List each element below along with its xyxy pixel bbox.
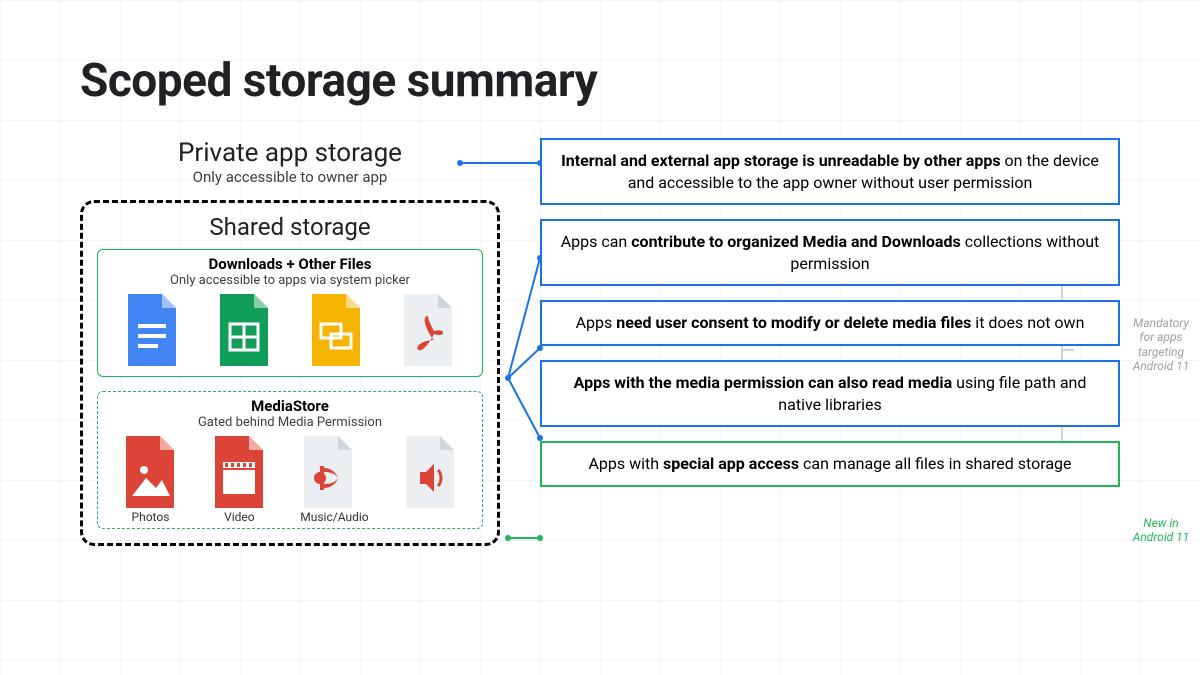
mediastore-box: MediaStore Gated behind Media Permission… xyxy=(97,391,483,529)
private-storage-subtitle: Only accessible to owner app xyxy=(80,168,500,186)
video-icon xyxy=(211,436,267,508)
music-icon xyxy=(300,436,356,508)
mandatory-note: Mandatory for apps targeting Android 11 xyxy=(1128,316,1194,374)
private-storage-heading: Private app storage xyxy=(80,138,500,168)
audio-icon xyxy=(402,436,458,508)
info-box-private: Internal and external app storage is unr… xyxy=(540,138,1120,205)
shared-storage-container: Shared storage Downloads + Other Files O… xyxy=(80,200,500,546)
video-label: Video xyxy=(211,510,267,524)
side-notes: Mandatory for apps targeting Android 11 … xyxy=(1126,138,1194,638)
mediastore-subtitle: Gated behind Media Permission xyxy=(106,415,474,430)
info-box-contribute: Apps can contribute to organized Media a… xyxy=(540,219,1120,286)
photos-icon xyxy=(122,436,178,508)
downloads-subtitle: Only accessible to apps via system picke… xyxy=(106,273,474,288)
new-note: New in Android 11 xyxy=(1128,516,1194,545)
music-label: Music/Audio xyxy=(300,510,368,524)
sheets-icon xyxy=(216,294,272,366)
slide-title: Scoped storage summary xyxy=(80,54,1120,108)
photos-label: Photos xyxy=(122,510,178,524)
mediastore-title: MediaStore xyxy=(106,397,474,415)
info-box-special-access: Apps with special app access can manage … xyxy=(540,441,1120,487)
info-box-read-media: Apps with the media permission can also … xyxy=(540,360,1120,427)
slides-icon xyxy=(308,294,364,366)
shared-storage-heading: Shared storage xyxy=(97,213,483,241)
downloads-box: Downloads + Other Files Only accessible … xyxy=(97,249,483,377)
docs-icon xyxy=(124,294,180,366)
content-area: Private app storage Only accessible to o… xyxy=(80,138,1120,638)
pdf-icon xyxy=(400,294,456,366)
downloads-title: Downloads + Other Files xyxy=(106,255,474,273)
info-box-consent: Apps need user consent to modify or dele… xyxy=(540,300,1120,346)
audio-label xyxy=(402,510,458,524)
